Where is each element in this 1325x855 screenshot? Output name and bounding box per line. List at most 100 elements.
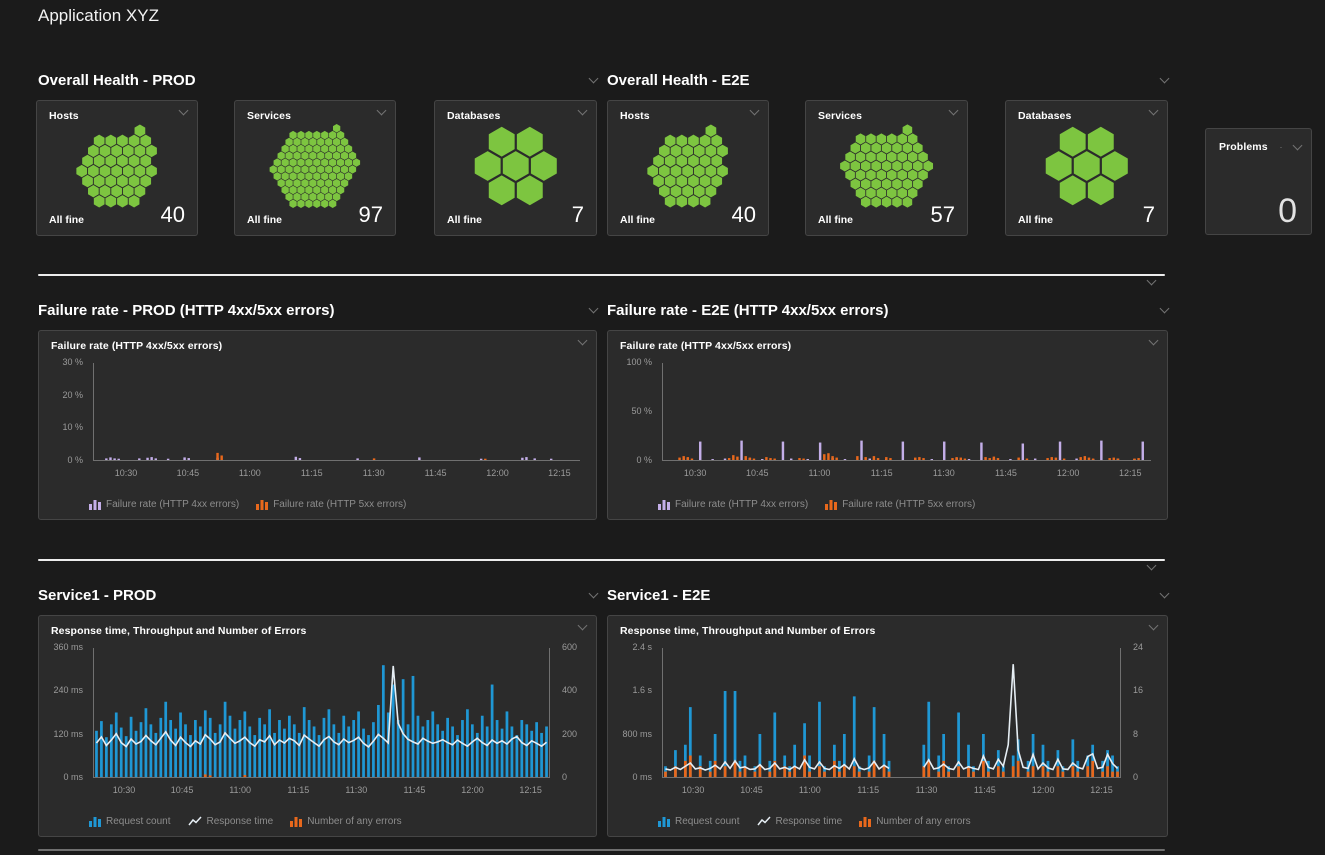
- axis-tick-label: 20 %: [62, 390, 83, 400]
- entity-count: 7: [572, 204, 584, 226]
- axis-tick-label: 11:15: [871, 468, 893, 478]
- legend-item[interactable]: Request count: [658, 816, 740, 827]
- chart-area: 0 %10 %20 %30 % 10:3010:4511:0011:1511:3…: [47, 359, 588, 479]
- axis-tick-label: 8: [1133, 729, 1138, 739]
- axis-tick-label: 11:15: [857, 785, 879, 795]
- hexagon-grid: [47, 123, 187, 209]
- entity-count: 40: [161, 204, 185, 226]
- chevron-down-icon[interactable]: [589, 74, 599, 84]
- tile-title: Problems: [1219, 141, 1268, 153]
- health-tile-hosts-e2e[interactable]: Hosts All fine40: [607, 100, 769, 236]
- chevron-down-icon[interactable]: [1160, 304, 1170, 314]
- legend-item[interactable]: Request count: [89, 816, 171, 827]
- legend-label: Number of any errors: [876, 816, 970, 827]
- tile-title: Hosts: [620, 110, 650, 122]
- health-tile-hosts-prod[interactable]: Hosts All fine40: [36, 100, 198, 236]
- axis-tick-label: 10:45: [740, 785, 763, 795]
- chevron-down-icon[interactable]: [1160, 589, 1170, 599]
- section-collapse-chevron[interactable]: [1147, 276, 1157, 286]
- axis-tick-label: 24: [1133, 642, 1143, 652]
- chart-plot[interactable]: [93, 648, 550, 778]
- axis-tick-label: 0 %: [636, 455, 652, 465]
- axis-tick-label: 360 ms: [53, 642, 83, 652]
- section-header-service-e2e: Service1 - E2E: [607, 585, 1168, 605]
- axis-tick-label: 120 ms: [53, 729, 83, 739]
- x-axis: 10:3010:4511:0011:1511:3011:4512:0012:15: [662, 781, 1121, 796]
- chart-plot[interactable]: [662, 648, 1121, 778]
- tile-title: Services: [247, 110, 291, 122]
- service-prod-chart-tile[interactable]: Response time, Throughput and Number of …: [38, 615, 597, 837]
- axis-tick-label: 0 ms: [632, 772, 652, 782]
- legend-item[interactable]: Failure rate (HTTP 5xx errors): [825, 499, 975, 510]
- failure-prod-chart-tile[interactable]: Failure rate (HTTP 4xx/5xx errors) 0 %10…: [38, 330, 597, 520]
- tile-title: Services: [818, 110, 862, 122]
- chevron-down-icon[interactable]: [578, 106, 588, 116]
- chart-plot[interactable]: [93, 363, 580, 461]
- hexagon-grid: [816, 123, 957, 209]
- axis-tick-label: 0 ms: [63, 772, 83, 782]
- chevron-down-icon[interactable]: [589, 304, 599, 314]
- chart-area: 0 ms800 ms1.6 s2.4 s 081624 10:3010:4511…: [616, 644, 1159, 796]
- axis-tick-label: 10:30: [115, 468, 138, 478]
- axis-tick-label: 12:15: [1090, 785, 1113, 795]
- health-tile-databases-prod[interactable]: Databases All fine7: [434, 100, 597, 236]
- chevron-down-icon[interactable]: [750, 106, 760, 116]
- bar-series-icon: [89, 816, 101, 827]
- chevron-down-icon[interactable]: [589, 589, 599, 599]
- x-axis: 10:3010:4511:0011:1511:3011:4512:0012:15: [93, 464, 580, 479]
- section-title: Service1 - PROD: [38, 587, 156, 604]
- status-text: All fine: [818, 214, 853, 226]
- axis-tick-label: 11:30: [345, 785, 367, 795]
- hexagon-grid: [1016, 123, 1157, 209]
- legend-item[interactable]: Response time: [188, 816, 274, 827]
- chevron-down-icon[interactable]: [1149, 106, 1159, 116]
- axis-tick-label: 11:30: [933, 468, 955, 478]
- legend-item[interactable]: Failure rate (HTTP 5xx errors): [256, 499, 406, 510]
- legend-label: Failure rate (HTTP 5xx errors): [273, 499, 406, 510]
- axis-tick-label: 11:00: [229, 785, 251, 795]
- service-e2e-chart-tile[interactable]: Response time, Throughput and Number of …: [607, 615, 1168, 837]
- legend-item[interactable]: Number of any errors: [290, 816, 401, 827]
- axis-tick-label: 1.6 s: [632, 685, 652, 695]
- section-header-service-prod: Service1 - PROD: [38, 585, 597, 605]
- section-title: Overall Health - PROD: [38, 72, 196, 89]
- tile-title: Failure rate (HTTP 4xx/5xx errors): [620, 340, 791, 352]
- chart-area: 0 ms120 ms240 ms360 ms 0200400600 10:301…: [47, 644, 588, 796]
- chevron-down-icon[interactable]: [578, 621, 588, 631]
- legend-item[interactable]: Response time: [757, 816, 843, 827]
- axis-tick-label: 0: [1133, 772, 1138, 782]
- chevron-down-icon[interactable]: [578, 336, 588, 346]
- legend-label: Response time: [207, 816, 274, 827]
- axis-tick-label: 11:00: [239, 468, 261, 478]
- axis-tick-label: 400: [562, 685, 577, 695]
- axis-tick-label: 0 %: [67, 455, 83, 465]
- chevron-down-icon[interactable]: [949, 106, 959, 116]
- axis-tick-label: 12:00: [1032, 785, 1055, 795]
- section-collapse-chevron[interactable]: [1147, 561, 1157, 571]
- health-tile-services-prod[interactable]: Services All fine97: [234, 100, 396, 236]
- legend-item[interactable]: Failure rate (HTTP 4xx errors): [658, 499, 808, 510]
- filter-dash: [1280, 147, 1282, 148]
- axis-tick-label: 0: [562, 772, 567, 782]
- chevron-down-icon[interactable]: [1293, 141, 1303, 151]
- problems-tile[interactable]: Problems 0: [1205, 128, 1312, 235]
- chart-area: 0 %50 %100 % 10:3010:4511:0011:1511:3011…: [616, 359, 1159, 479]
- chart-plot[interactable]: [662, 363, 1151, 461]
- legend-label: Number of any errors: [307, 816, 401, 827]
- chevron-down-icon[interactable]: [1149, 621, 1159, 631]
- chevron-down-icon[interactable]: [1160, 74, 1170, 84]
- axis-tick-label: 200: [562, 729, 577, 739]
- chevron-down-icon[interactable]: [179, 106, 189, 116]
- chevron-down-icon[interactable]: [1149, 336, 1159, 346]
- chevron-down-icon[interactable]: [377, 106, 387, 116]
- x-axis: 10:3010:4511:0011:1511:3011:4512:0012:15: [662, 464, 1151, 479]
- entity-count: 97: [359, 204, 383, 226]
- health-tile-databases-e2e[interactable]: Databases All fine7: [1005, 100, 1168, 236]
- legend-item[interactable]: Failure rate (HTTP 4xx errors): [89, 499, 239, 510]
- legend-item[interactable]: Number of any errors: [859, 816, 970, 827]
- failure-e2e-chart-tile[interactable]: Failure rate (HTTP 4xx/5xx errors) 0 %50…: [607, 330, 1168, 520]
- axis-tick-label: 10:30: [684, 468, 707, 478]
- axis-tick-label: 11:15: [287, 785, 309, 795]
- health-tile-services-e2e[interactable]: Services All fine57: [805, 100, 968, 236]
- hexagon-grid: [445, 123, 586, 209]
